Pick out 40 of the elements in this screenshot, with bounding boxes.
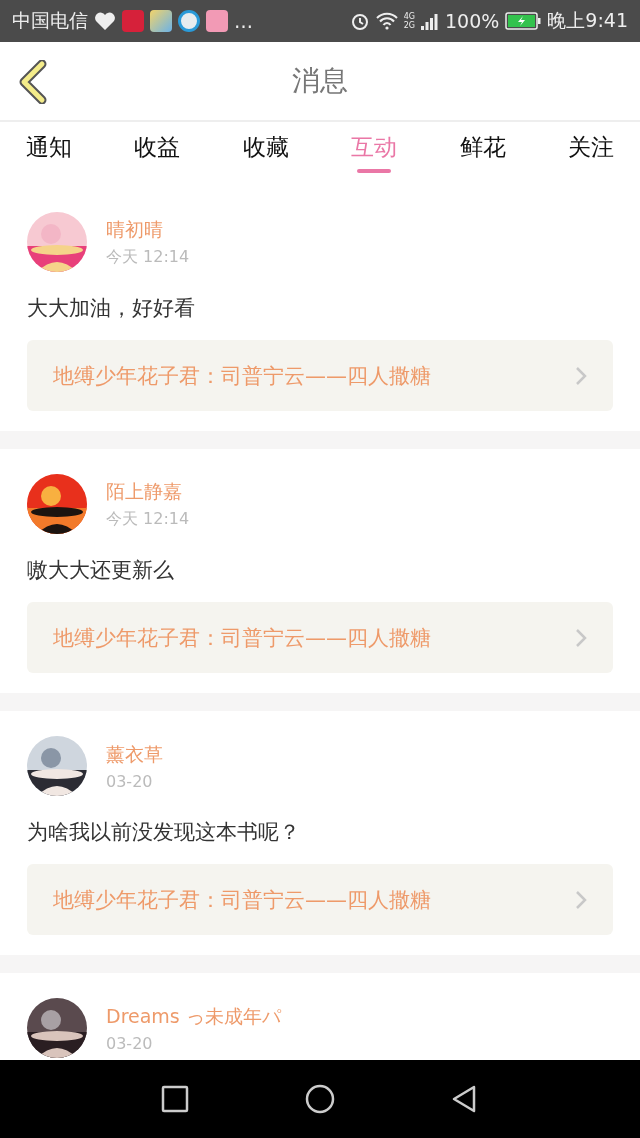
alarm-icon — [349, 11, 370, 31]
home-icon[interactable] — [305, 1084, 335, 1114]
comment-text: 大大加油，好好看 — [27, 295, 196, 322]
tab[interactable]: 收益 — [134, 122, 181, 177]
battery-percent: 100% — [445, 10, 500, 32]
back-icon[interactable] — [18, 60, 48, 104]
tab[interactable]: 收藏 — [242, 122, 289, 177]
network-label: 2G — [403, 21, 415, 30]
timestamp: 03-20 — [106, 1033, 154, 1053]
user-name[interactable]: 陌上静嘉 — [106, 478, 190, 505]
chevron-icon — [575, 889, 587, 910]
tab[interactable]: 鲜花 — [459, 122, 506, 177]
book-link[interactable]: 地缚少年花子君：司普宁云——四人撒糖 — [27, 602, 613, 673]
comment-text: 嗷大大还更新么 — [27, 557, 175, 584]
tab[interactable]: 关注 — [567, 122, 614, 177]
timestamp: 今天 12:14 — [106, 508, 190, 530]
network-label: 4G — [403, 12, 415, 21]
clock: 晚上9:41 — [547, 8, 628, 33]
recent-apps-icon[interactable] — [160, 1084, 190, 1114]
user-name[interactable]: Dreams っ未成年パ — [106, 1003, 281, 1030]
comment-text: 为啥我以前没发现这本书呢？ — [27, 819, 301, 846]
app-icon — [178, 10, 200, 32]
user-name[interactable]: 晴初晴 — [106, 216, 190, 243]
page-title: 消息 — [292, 63, 348, 99]
chevron-icon — [575, 365, 587, 386]
wifi-icon — [375, 12, 398, 30]
app-icon — [122, 10, 144, 32]
heart-icon — [94, 11, 116, 31]
more-indicator: … — [234, 10, 253, 32]
tab[interactable]: 通知 — [26, 122, 72, 177]
carrier-name: 中国电信 — [12, 8, 88, 33]
book-link[interactable]: 地缚少年花子君：司普宁云——四人撒糖 — [27, 864, 613, 935]
user-name[interactable]: 薰衣草 — [106, 741, 163, 768]
signal-icon — [421, 12, 439, 30]
tab[interactable]: 互动 — [351, 122, 398, 177]
battery-icon — [505, 12, 542, 30]
book-link[interactable]: 地缚少年花子君：司普宁云——四人撒糖 — [27, 340, 613, 411]
chevron-icon — [575, 627, 587, 648]
timestamp: 今天 12:14 — [106, 246, 190, 268]
timestamp: 03-20 — [106, 771, 154, 791]
